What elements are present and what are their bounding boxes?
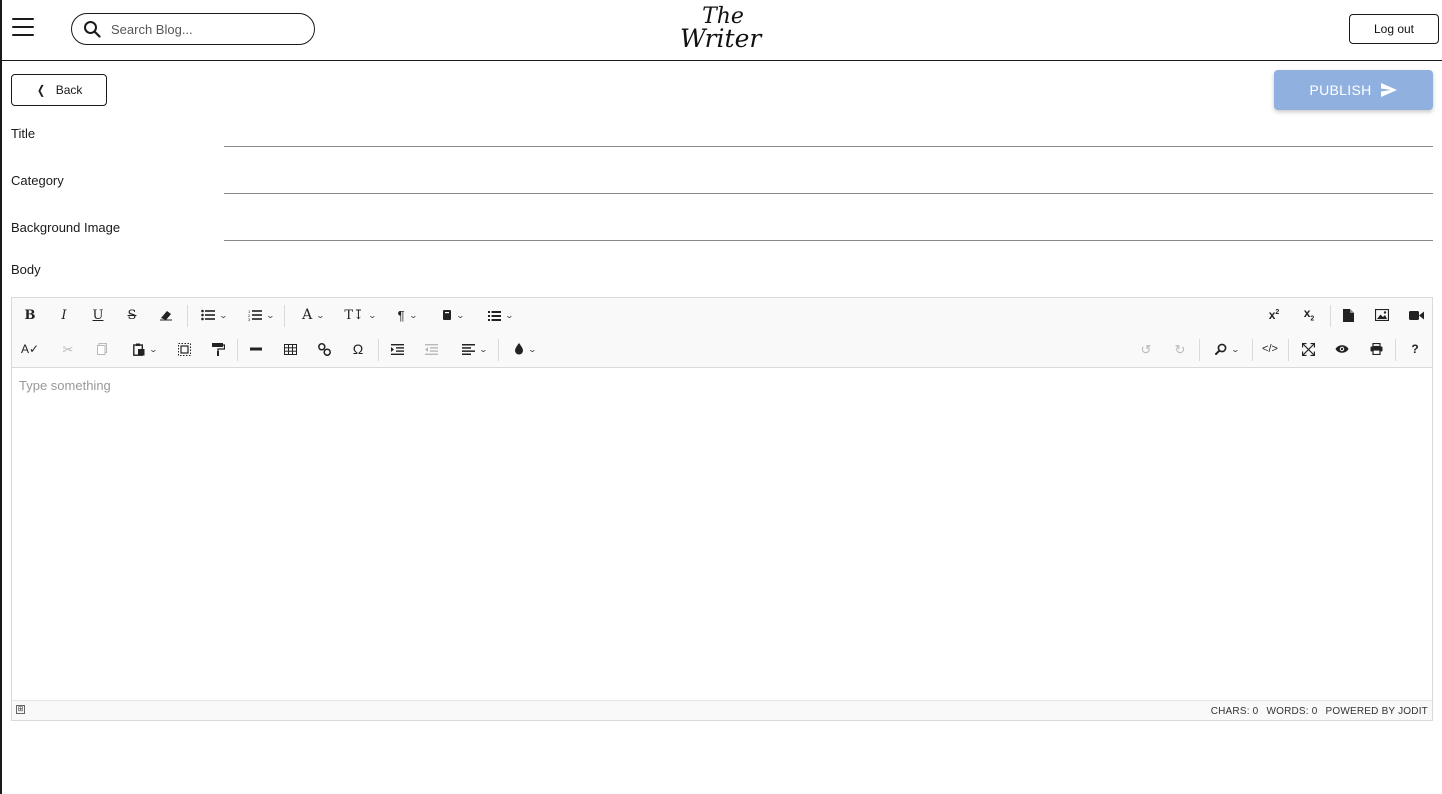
category-input[interactable] [224, 172, 1433, 194]
chevron-down-icon: ⌄ [408, 310, 418, 320]
file-icon[interactable] [1338, 298, 1358, 332]
copy-format-icon[interactable] [208, 332, 228, 366]
char-count: CHARS: 0 [1210, 706, 1259, 717]
word-count: WORDS: 0 [1266, 706, 1318, 717]
table-icon[interactable] [280, 332, 300, 366]
brush-icon[interactable]: ⌄ [506, 332, 544, 366]
line-height-icon[interactable]: ⌄ [482, 298, 518, 332]
strikethrough-icon[interactable]: S [122, 298, 142, 332]
find-icon[interactable]: ⌄ [1208, 332, 1246, 366]
spellcheck-icon[interactable]: A✓ [20, 332, 40, 366]
superscript-icon[interactable]: x2 [1264, 298, 1284, 332]
site-logo[interactable]: The Writer [678, 2, 762, 56]
logout-button[interactable]: Log out [1349, 14, 1439, 44]
unordered-list-icon[interactable]: ⌄ [196, 298, 232, 332]
fullsize-icon[interactable] [1298, 332, 1318, 366]
subscript-icon[interactable]: x2 [1299, 298, 1319, 332]
chevron-down-icon: ⌄ [455, 310, 466, 320]
preview-eye-icon[interactable] [1332, 332, 1352, 366]
chevron-down-icon: ⌄ [315, 310, 326, 320]
editor-placeholder: Type something [19, 378, 111, 393]
chevron-down-icon: ⌄ [504, 310, 514, 320]
redo-icon[interactable]: ↻ [1170, 332, 1190, 366]
editor-toolbar-row-2: A✓ ✂ ⌄ Ω ⌄ ⌄ ↺ ↻ ⌄ </> ? [12, 332, 1432, 368]
outdent-icon[interactable] [421, 332, 441, 366]
editor-status-bar: ⊞ CHARS: 0 WORDS: 0 POWERED BY JODIT [12, 700, 1432, 720]
ordered-list-icon[interactable]: 123 ⌄ [243, 298, 279, 332]
copy-icon[interactable] [92, 332, 112, 366]
symbols-icon[interactable]: Ω [348, 332, 368, 366]
window-left-edge [0, 0, 2, 794]
search-input[interactable] [111, 21, 291, 37]
source-code-icon[interactable]: </> [1259, 332, 1281, 366]
chevron-down-icon: ⌄ [218, 310, 229, 320]
bold-icon[interactable]: B [20, 298, 40, 332]
hamburger-menu-icon[interactable] [12, 18, 34, 38]
chevron-down-icon: ⌄ [478, 344, 488, 354]
send-icon [1380, 83, 1397, 97]
cut-icon[interactable]: ✂ [58, 332, 78, 366]
chevron-down-icon: ⌄ [1230, 344, 1241, 354]
italic-icon[interactable]: I [54, 298, 74, 332]
title-input[interactable] [224, 125, 1433, 147]
back-button[interactable]: ❮ Back [11, 74, 107, 106]
editor-toolbar-row-1: B I U S ⌄ 123 ⌄ A ⌄ T↧ ⌄ ¶ ⌄ ⌄ ⌄ x2 x2 [12, 298, 1432, 332]
link-icon[interactable] [314, 332, 334, 366]
font-size-icon[interactable]: T↧ ⌄ [341, 298, 379, 332]
image-icon[interactable] [1372, 298, 1392, 332]
print-icon[interactable] [1366, 332, 1386, 366]
chevron-down-icon: ⌄ [527, 344, 538, 354]
select-all-icon[interactable] [174, 332, 194, 366]
chevron-down-icon: ⌄ [367, 310, 377, 320]
logo-line-2: Writer [680, 24, 762, 53]
category-label: Category [11, 173, 64, 188]
horizontal-rule-icon[interactable] [246, 332, 266, 366]
chevron-left-icon: ❮ [36, 83, 45, 97]
powered-by-link[interactable]: POWERED BY JODIT [1326, 706, 1428, 717]
chevron-down-icon: ⌄ [148, 344, 159, 354]
search-icon [84, 21, 101, 38]
font-family-icon[interactable]: A ⌄ [295, 298, 331, 332]
eraser-icon[interactable] [156, 298, 176, 332]
top-header: The Writer Log out [0, 0, 1442, 61]
paste-icon[interactable]: ⌄ [126, 332, 164, 366]
indent-icon[interactable] [387, 332, 407, 366]
rich-text-editor: B I U S ⌄ 123 ⌄ A ⌄ T↧ ⌄ ¶ ⌄ ⌄ ⌄ x2 x2 A… [11, 297, 1433, 721]
help-icon[interactable]: ? [1405, 332, 1425, 366]
align-icon[interactable]: ⌄ [455, 332, 493, 366]
back-button-label: Back [55, 83, 83, 97]
background-image-input[interactable] [224, 219, 1433, 241]
publish-button-label: PUBLISH [1309, 82, 1372, 98]
editor-content-area[interactable]: Type something [12, 368, 1432, 702]
undo-icon[interactable]: ↺ [1136, 332, 1156, 366]
background-image-label: Background Image [11, 220, 121, 235]
underline-icon[interactable]: U [88, 298, 108, 332]
paragraph-icon[interactable]: ¶ ⌄ [389, 298, 425, 332]
search-box[interactable] [71, 13, 315, 45]
chevron-down-icon: ⌄ [265, 310, 276, 320]
body-label: Body [11, 262, 41, 277]
classes-icon[interactable]: ⌄ [435, 298, 471, 332]
resize-handle-icon[interactable]: ⊞ [16, 705, 25, 714]
svg-text:3: 3 [248, 317, 251, 321]
title-label: Title [11, 126, 36, 141]
publish-button[interactable]: PUBLISH [1274, 70, 1433, 110]
video-icon[interactable] [1405, 298, 1427, 332]
